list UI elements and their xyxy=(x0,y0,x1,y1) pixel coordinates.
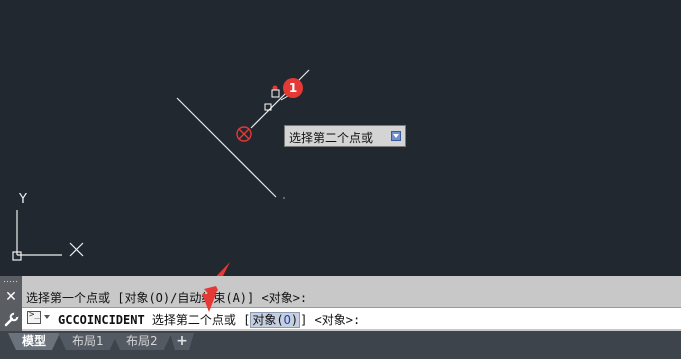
close-icon[interactable]: ✕ xyxy=(4,290,18,304)
end-point-icon xyxy=(283,197,285,199)
option-object-close: ) xyxy=(290,313,299,327)
tab-model[interactable]: 模型 xyxy=(8,333,60,350)
dynamic-input-tooltip: 选择第二个点或 xyxy=(284,125,406,147)
coincident-marker-icon xyxy=(236,126,252,142)
customize-wrench-icon[interactable] xyxy=(3,312,19,328)
add-layout-tab-button[interactable]: + xyxy=(170,333,194,350)
tooltip-prompt-text: 选择第二个点或 xyxy=(289,131,374,145)
step-badge: 1 xyxy=(283,78,303,98)
option-object-label: 对象( xyxy=(252,313,284,327)
tooltip-options-dropdown-icon[interactable] xyxy=(391,131,401,141)
annotation-arrow-tip-icon xyxy=(202,286,218,312)
recent-commands-dropdown-icon[interactable] xyxy=(44,315,50,319)
drag-handle-icon[interactable] xyxy=(3,280,19,284)
ucs-y-label: Y xyxy=(18,192,27,207)
command-line-grip[interactable]: ✕ xyxy=(0,276,22,331)
option-object-key: O xyxy=(283,313,291,327)
tab-layout1[interactable]: 布局1 xyxy=(58,333,118,350)
command-prompt-icon[interactable]: >_ xyxy=(27,310,41,324)
command-name: GCCOINCIDENT xyxy=(58,313,145,327)
annotation-arrow-icon xyxy=(216,262,230,276)
command-history-line: 选择第一个点或 [对象(O)/自动约束(A)] <对象>: xyxy=(26,291,308,305)
ucs-icon xyxy=(12,210,84,261)
option-object-button[interactable]: 对象(O) xyxy=(250,312,301,328)
layout-tabs-bar: 模型 布局1 布局2 + xyxy=(0,331,681,359)
tab-layout2[interactable]: 布局2 xyxy=(112,333,172,350)
prompt-text: 选择第二个点或 [ xyxy=(144,313,251,327)
command-line-panel: ✕ 选择第一个点或 [对象(O)/自动约束(A)] <对象>: >_ GCCOI… xyxy=(0,276,681,331)
command-input[interactable]: >_ GCCOINCIDENT 选择第二个点或 [对象(O)] <对象>: xyxy=(22,307,681,329)
drawing-canvas[interactable]: Y 选择第二个点或 1 xyxy=(0,0,681,276)
line-segment-left[interactable] xyxy=(176,97,277,198)
line-segment-right[interactable] xyxy=(250,69,310,129)
prompt-suffix: ] <对象>: xyxy=(300,313,361,327)
